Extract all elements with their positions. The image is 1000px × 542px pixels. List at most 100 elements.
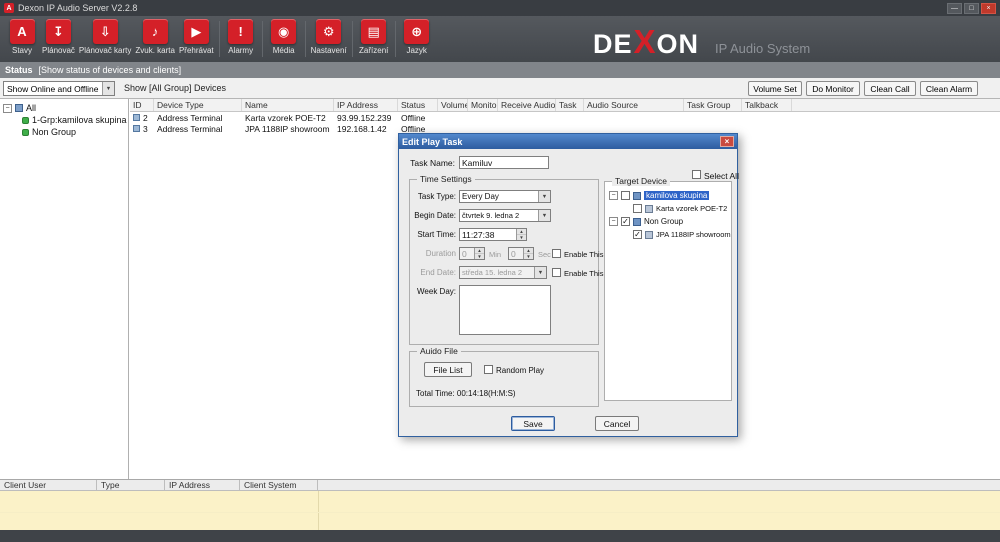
client-table-header: Client User Type IP Address Client Syste… [0,479,1000,491]
online-filter-dropdown[interactable]: Show Online and Offline ▼ [3,81,115,96]
column-header-task[interactable]: Task [556,99,584,111]
group-legend: Target Device [612,176,670,186]
column-header-talkback[interactable]: Talkback [742,99,792,111]
dialog-close-icon[interactable]: × [720,136,734,147]
task-name-input[interactable] [459,156,549,169]
end-date-picker[interactable]: středa 15. ledna 2 ▼ [459,266,547,279]
cancel-button[interactable]: Cancel [595,416,639,431]
do-monitor-button[interactable]: Do Monitor [806,81,860,96]
chevron-down-icon: ▼ [534,267,546,278]
collapse-icon[interactable]: − [609,191,618,200]
tree-checkbox[interactable] [633,204,642,213]
target-tree-item-group[interactable]: − kamilova skupina [609,190,709,201]
tree-item-non-group[interactable]: Non Group [0,126,128,138]
column-header-monitor[interactable]: Monitor [468,99,498,111]
toolbar-button-nastaveni[interactable]: ⚙ Nastavení [311,19,347,55]
toolbar-label: Nastavení [311,46,347,55]
total-time-label: Total Time: 00:14:18(H:M:S) [416,389,516,398]
start-time-spinner[interactable]: 11:27:38 ▲ ▼ [459,228,527,241]
cell-name: Karta vzorek POE-T2 [242,113,334,123]
clean-call-button[interactable]: Clean Call [864,81,916,96]
column-header-client-system[interactable]: Client System [240,480,318,490]
toolbar-button-zarizeni[interactable]: ▤ Zařízení [358,19,390,55]
column-header-status[interactable]: Status [398,99,438,111]
group-legend: Time Settings [417,174,475,184]
chevron-down-icon[interactable]: ▼ [538,191,550,202]
begin-date-picker[interactable]: čtvrtek 9. ledna 2 ▼ [459,209,551,222]
task-type-label: Task Type: [410,192,456,201]
begin-date-label: Begin Date: [410,211,456,220]
select-all-checkbox[interactable] [692,170,701,179]
tree-checkbox-checked[interactable]: ✓ [633,230,642,239]
toolbar-button-planovac[interactable]: ↧ Plánovač [42,19,75,55]
column-header-ip[interactable]: IP Address [334,99,398,111]
title-bar: A Dexon IP Audio Server V2.2.8 — □ × [0,0,1000,16]
column-header-receive-audio[interactable]: Receive Audio [498,99,556,111]
column-header-device-type[interactable]: Device Type [154,99,242,111]
logo-text: ON [657,29,700,60]
tree-checkbox-checked[interactable]: ✓ [621,217,630,226]
column-header-client-ip[interactable]: IP Address [165,480,240,490]
tree-item-label: JPA 1188IP showroom [656,230,731,239]
collapse-icon[interactable]: − [3,104,12,113]
toolbar-button-stavy[interactable]: A Stavy [6,19,38,55]
divider [0,512,1000,513]
spinner-arrows[interactable]: ▲ ▼ [516,229,526,240]
dialog-title-bar[interactable]: Edit Play Task × [399,134,737,149]
spin-down-icon[interactable]: ▼ [517,235,526,240]
devices-scope-label: Show [All Group] Devices [124,83,226,93]
minimize-button[interactable]: — [947,3,962,14]
tree-item-group-1[interactable]: 1-Grp:kamilova skupina [0,114,128,126]
column-header-volume[interactable]: Volume [438,99,468,111]
column-header-task-group[interactable]: Task Group [684,99,742,111]
column-header-client-type[interactable]: Type [97,480,165,490]
logo-x: X [634,23,656,61]
column-header-client-user[interactable]: Client User [0,480,97,490]
random-play-checkbox[interactable] [484,365,493,374]
maximize-button[interactable]: □ [964,3,979,14]
duration-enable-checkbox[interactable] [552,249,561,258]
week-day-listbox[interactable] [459,285,551,335]
toolbar-button-media[interactable]: ◉ Média [268,19,300,55]
toolbar-button-prehravat[interactable]: ▶ Přehrávat [179,19,214,55]
chevron-down-icon[interactable]: ▼ [538,210,550,221]
collapse-icon[interactable]: − [609,217,618,226]
toolbar-button-zvuk-karta[interactable]: ♪ Zvuk. karta [135,19,175,55]
app-icon: A [4,3,14,13]
file-list-button[interactable]: File List [424,362,472,377]
task-type-dropdown[interactable]: Every Day ▼ [459,190,551,203]
minutes-unit-label: Min [489,250,501,259]
toolbar-button-alarmy[interactable]: ! Alarmy [225,19,257,55]
tree-item-all[interactable]: − All [0,102,128,114]
toolbar-button-planovac-karty[interactable]: ⇩ Plánovač karty [79,19,131,55]
chevron-down-icon[interactable]: ▼ [102,82,114,95]
spin-down-icon: ▼ [475,254,484,259]
tree-checkbox[interactable] [621,191,630,200]
column-header-name[interactable]: Name [242,99,334,111]
column-header-id[interactable]: ID [130,99,154,111]
dialog-body: Task Name: Time Settings Task Type: Ever… [399,149,737,436]
toolbar-label: Jazyk [406,46,426,55]
tree-item-label: 1-Grp:kamilova skupina [32,115,127,125]
table-row[interactable]: 2 Address Terminal Karta vzorek POE-T2 9… [130,112,1000,123]
target-tree-item-device[interactable]: Karta vzorek POE-T2 [633,203,727,214]
toolbar-button-jazyk[interactable]: ⊕ Jazyk [401,19,433,55]
clean-alarm-button[interactable]: Clean Alarm [920,81,978,96]
column-header-audio-source[interactable]: Audio Source [584,99,684,111]
group-legend: Auido File [417,346,461,356]
duration-min-spinner[interactable]: 0 ▲ ▼ [459,247,485,260]
brand-logo: DE X ON IP Audio System [593,23,810,61]
terminal-icon [645,205,653,213]
language-globe-icon: ⊕ [404,19,429,44]
group-icon [22,129,29,136]
toolbar-separator [395,21,396,57]
terminal-icon [645,231,653,239]
target-tree-item-group[interactable]: − ✓ Non Group [609,216,683,227]
volume-set-button[interactable]: Volume Set [748,81,802,96]
target-tree-item-device[interactable]: ✓ JPA 1188IP showroom [633,229,731,240]
duration-sec-spinner[interactable]: 0 ▲ ▼ [508,247,534,260]
close-button[interactable]: × [981,3,996,14]
save-button[interactable]: Save [511,416,555,431]
status-strip: Status [Show status of devices and clien… [0,62,1000,78]
end-date-enable-checkbox[interactable] [552,268,561,277]
